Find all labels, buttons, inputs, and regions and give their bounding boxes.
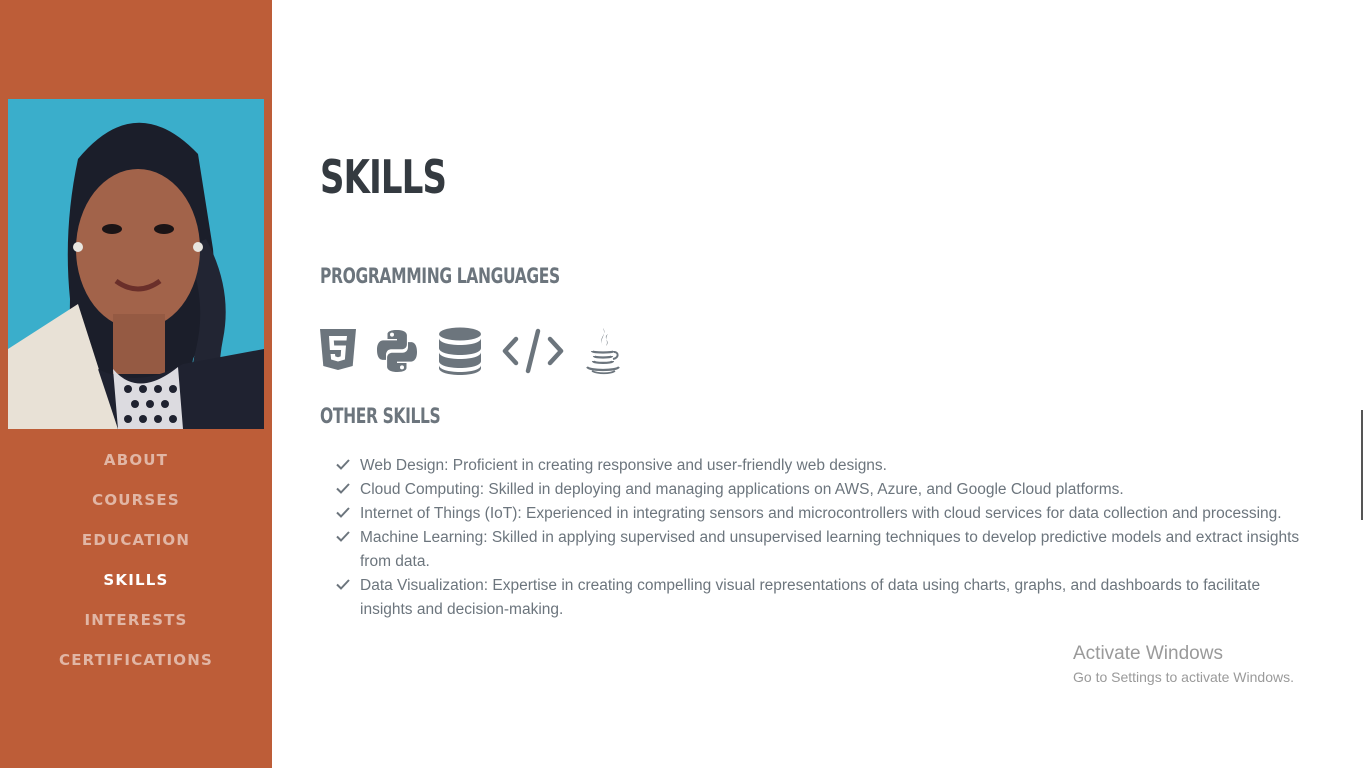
java-icon bbox=[586, 328, 620, 375]
skill-item: Internet of Things (IoT): Experienced in… bbox=[336, 502, 1316, 526]
check-icon bbox=[336, 483, 350, 494]
watermark-title: Activate Windows bbox=[1073, 643, 1223, 664]
check-icon bbox=[336, 507, 350, 518]
profile-photo bbox=[8, 99, 264, 429]
skill-item: Data Visualization: Expertise in creatin… bbox=[336, 574, 1316, 622]
sidebar: ABOUT COURSES EDUCATION SKILLS INTERESTS… bbox=[0, 0, 272, 768]
nav-item-education: EDUCATION bbox=[0, 520, 272, 560]
nav-link-certifications[interactable]: CERTIFICATIONS bbox=[59, 651, 213, 669]
nav-item-certifications: CERTIFICATIONS bbox=[0, 640, 272, 680]
skill-text: Web Design: Proficient in creating respo… bbox=[360, 457, 887, 474]
other-skills-heading: OTHER SKILLS bbox=[320, 404, 441, 428]
nav-link-education[interactable]: EDUCATION bbox=[82, 531, 190, 549]
nav-item-interests: INTERESTS bbox=[0, 600, 272, 640]
windows-activation-watermark: Activate Windows Go to Settings to activ… bbox=[1073, 642, 1294, 688]
skill-text: Internet of Things (IoT): Experienced in… bbox=[360, 505, 1282, 522]
sidebar-nav: ABOUT COURSES EDUCATION SKILLS INTERESTS… bbox=[0, 440, 272, 680]
nav-link-skills[interactable]: SKILLS bbox=[103, 571, 168, 589]
programming-languages-heading: PROGRAMMING LANGUAGES bbox=[320, 264, 560, 288]
nav-link-courses[interactable]: COURSES bbox=[92, 491, 180, 509]
check-icon bbox=[336, 459, 350, 470]
profile-photo-image bbox=[8, 99, 264, 429]
nav-item-skills: SKILLS bbox=[0, 560, 272, 600]
skill-item: Web Design: Proficient in creating respo… bbox=[336, 454, 1316, 478]
skill-text: Data Visualization: Expertise in creatin… bbox=[360, 577, 1261, 618]
watermark-subtitle: Go to Settings to activate Windows. bbox=[1073, 669, 1294, 685]
check-icon bbox=[336, 531, 350, 542]
other-skills-list: Web Design: Proficient in creating respo… bbox=[336, 454, 1316, 622]
nav-item-courses: COURSES bbox=[0, 480, 272, 520]
skill-item: Cloud Computing: Skilled in deploying an… bbox=[336, 478, 1316, 502]
nav-item-about: ABOUT bbox=[0, 440, 272, 480]
python-icon bbox=[377, 330, 417, 372]
skill-text: Cloud Computing: Skilled in deploying an… bbox=[360, 481, 1124, 498]
code-icon bbox=[502, 328, 564, 374]
skill-text: Machine Learning: Skilled in applying su… bbox=[360, 529, 1300, 570]
page-title: SKILLS bbox=[320, 150, 447, 204]
database-icon bbox=[439, 327, 481, 375]
nav-link-about[interactable]: ABOUT bbox=[104, 451, 168, 469]
scrollbar-thumb[interactable] bbox=[1361, 410, 1363, 520]
language-icons bbox=[320, 324, 642, 378]
nav-link-interests[interactable]: INTERESTS bbox=[84, 611, 187, 629]
html5-icon bbox=[320, 329, 356, 370]
check-icon bbox=[336, 579, 350, 590]
skill-item: Machine Learning: Skilled in applying su… bbox=[336, 526, 1316, 574]
